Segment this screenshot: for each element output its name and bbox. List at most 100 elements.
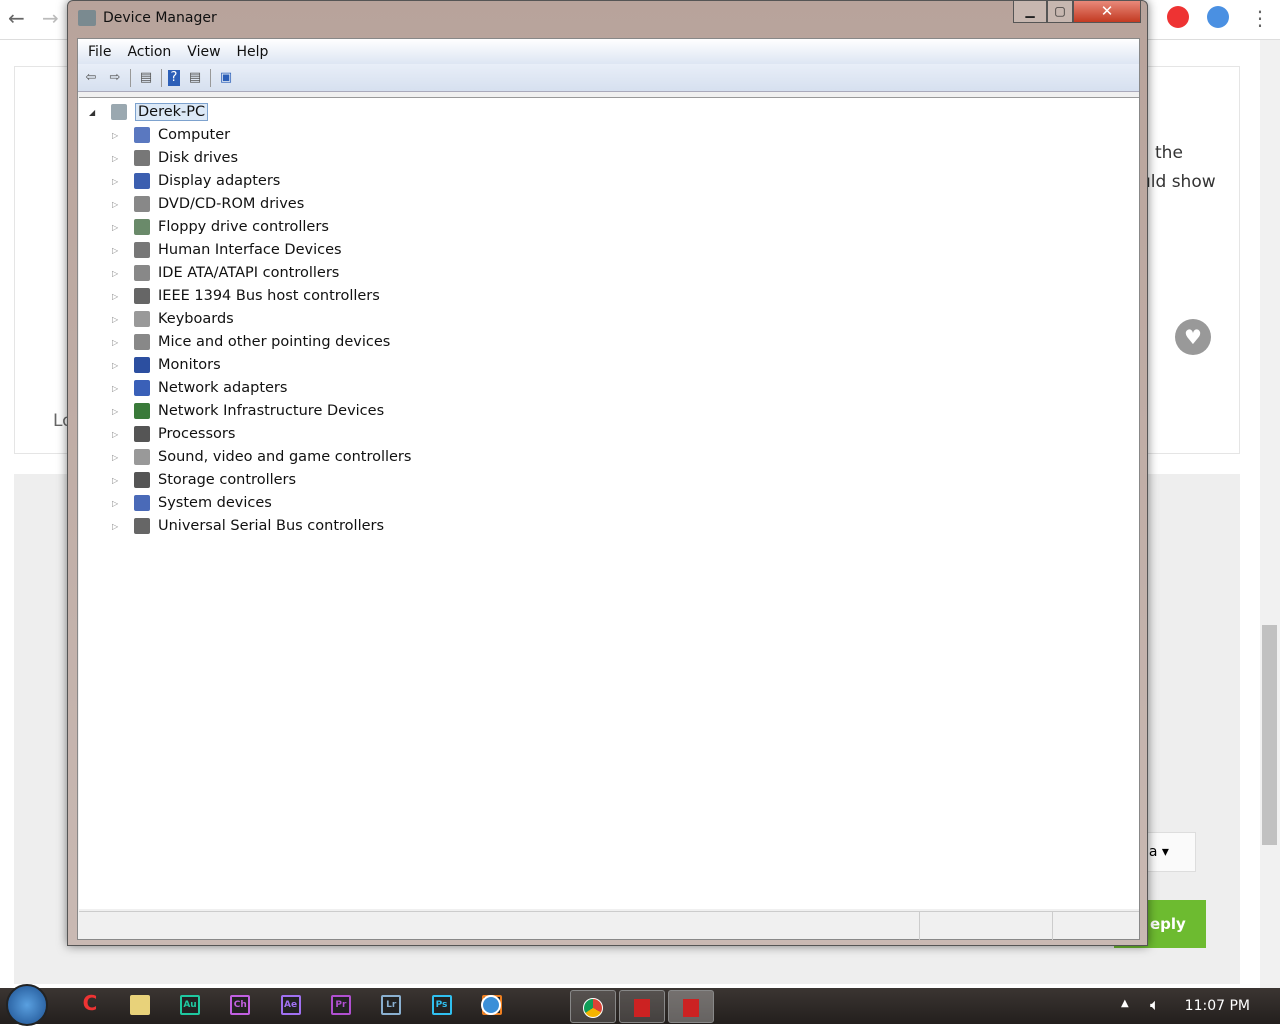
- help-icon[interactable]: ?: [168, 69, 180, 86]
- expand-icon[interactable]: ▷: [112, 223, 122, 232]
- tree-item-label: Display adapters: [158, 173, 281, 189]
- tree-item[interactable]: ▷ Network adapters: [112, 378, 287, 398]
- expand-icon[interactable]: ▷: [112, 384, 122, 393]
- minimize-button[interactable]: ▁: [1013, 1, 1047, 23]
- expand-icon[interactable]: ▷: [112, 246, 122, 255]
- device-category-icon: [134, 334, 150, 350]
- tree-item-label: Computer: [158, 127, 231, 143]
- device-category-icon: [134, 357, 150, 373]
- browser-forward-icon[interactable]: →: [42, 6, 59, 30]
- close-button[interactable]: ✕: [1073, 1, 1141, 23]
- file-explorer-icon[interactable]: [130, 995, 150, 1015]
- tree-item[interactable]: ▷ Display adapters: [112, 171, 280, 191]
- tree-item-label: Monitors: [158, 357, 221, 373]
- device-category-icon: [134, 403, 150, 419]
- tree-item-label: Mice and other pointing devices: [158, 334, 391, 350]
- tree-item[interactable]: ▷ Mice and other pointing devices: [112, 332, 390, 352]
- device-manager-task-active[interactable]: [668, 990, 714, 1023]
- expand-icon[interactable]: ▷: [112, 131, 122, 140]
- collapse-icon[interactable]: ◢: [89, 108, 99, 117]
- tree-item[interactable]: ▷ Sound, video and game controllers: [112, 447, 411, 467]
- extension-icon[interactable]: [1167, 6, 1189, 28]
- scan-hardware-icon[interactable]: ▣: [217, 70, 235, 86]
- adobe-au-icon[interactable]: Au: [180, 995, 200, 1015]
- expand-icon[interactable]: ▷: [112, 453, 122, 462]
- expand-icon[interactable]: ▷: [112, 522, 122, 531]
- root-label: Derek-PC: [135, 103, 209, 121]
- expand-icon[interactable]: ▷: [112, 476, 122, 485]
- browser-menu-icon[interactable]: ⋮: [1250, 6, 1270, 30]
- tree-item[interactable]: ▷ Universal Serial Bus controllers: [112, 516, 384, 536]
- device-manager-task-icon: [683, 999, 699, 1017]
- tree-item-label: Universal Serial Bus controllers: [158, 518, 385, 534]
- adobe-ps-icon[interactable]: Ps: [431, 995, 452, 1015]
- menu-file[interactable]: File: [88, 44, 111, 60]
- expand-icon[interactable]: ▷: [112, 154, 122, 163]
- show-hide-console-tree-icon[interactable]: ▤: [137, 70, 155, 86]
- adobe-pr-icon[interactable]: Pr: [330, 995, 351, 1015]
- adobe-ch-icon[interactable]: Ch: [230, 995, 251, 1015]
- tree-root[interactable]: ◢ Derek-PC: [89, 102, 209, 122]
- device-category-icon: [134, 288, 150, 304]
- tree-item[interactable]: ▷ Disk drives: [112, 148, 238, 168]
- device-category-icon: [134, 219, 150, 235]
- show-hidden-icons[interactable]: ▲: [1121, 998, 1129, 1009]
- device-category-icon: [134, 150, 150, 166]
- safari-icon[interactable]: [481, 995, 501, 1015]
- tree-item[interactable]: ▷ Human Interface Devices: [112, 240, 342, 260]
- device-category-icon: [134, 472, 150, 488]
- tree-item[interactable]: ▷ Processors: [112, 424, 235, 444]
- device-category-icon: [134, 311, 150, 327]
- expand-icon[interactable]: ▷: [112, 177, 122, 186]
- expand-icon[interactable]: ▷: [112, 499, 122, 508]
- expand-icon[interactable]: ▷: [112, 407, 122, 416]
- tree-item[interactable]: ▷ Floppy drive controllers: [112, 217, 329, 237]
- expand-icon[interactable]: ▷: [112, 315, 122, 324]
- page-scrollbar[interactable]: [1260, 40, 1280, 988]
- menu-help[interactable]: Help: [237, 44, 269, 60]
- tree-item[interactable]: ▷ Computer: [112, 125, 230, 145]
- heart-icon[interactable]: ♥: [1175, 319, 1211, 355]
- expand-icon[interactable]: ▷: [112, 292, 122, 301]
- device-category-icon: [134, 242, 150, 258]
- tree-item-label: Processors: [158, 426, 236, 442]
- expand-icon[interactable]: ▷: [112, 430, 122, 439]
- show-action-pane-icon[interactable]: ▤: [186, 70, 204, 86]
- clock[interactable]: 11:07 PM: [1185, 998, 1250, 1014]
- tree-item[interactable]: ▷ Network Infrastructure Devices: [112, 401, 384, 421]
- tree-item[interactable]: ▷ Storage controllers: [112, 470, 296, 490]
- expand-icon[interactable]: ▷: [112, 200, 122, 209]
- tree-item[interactable]: ▷ Keyboards: [112, 309, 234, 329]
- expand-icon[interactable]: ▷: [112, 338, 122, 347]
- chrome-task[interactable]: [570, 990, 616, 1023]
- tree-item-label: DVD/CD-ROM drives: [158, 196, 305, 212]
- adobe-lr-icon[interactable]: Lr: [381, 995, 402, 1015]
- start-button[interactable]: [6, 984, 48, 1026]
- forward-icon[interactable]: ⇨: [106, 70, 124, 86]
- tree-item[interactable]: ▷ Monitors: [112, 355, 221, 375]
- tree-item[interactable]: ▷ System devices: [112, 493, 272, 513]
- tree-item[interactable]: ▷ DVD/CD-ROM drives: [112, 194, 304, 214]
- back-icon[interactable]: ⇦: [82, 70, 100, 86]
- ccleaner-icon[interactable]: C: [80, 993, 100, 1015]
- tree-item[interactable]: ▷ IEEE 1394 Bus host controllers: [112, 286, 380, 306]
- browser-back-icon[interactable]: ←: [8, 6, 25, 30]
- tree-item[interactable]: ▷ IDE ATA/ATAPI controllers: [112, 263, 339, 283]
- expand-icon[interactable]: ▷: [112, 269, 122, 278]
- device-manager-task[interactable]: [619, 990, 665, 1023]
- device-manager-icon: [78, 10, 96, 26]
- device-category-icon: [134, 449, 150, 465]
- tree-item-label: System devices: [158, 495, 272, 511]
- menu-action[interactable]: Action: [127, 44, 171, 60]
- background-text: uld show: [1140, 172, 1216, 192]
- volume-icon[interactable]: 🔈︎: [1150, 995, 1160, 1015]
- maximize-button[interactable]: ▢: [1047, 1, 1073, 23]
- menu-view[interactable]: View: [187, 44, 220, 60]
- device-category-icon: [134, 495, 150, 511]
- device-category-icon: [134, 380, 150, 396]
- adobe-ae-icon[interactable]: Ae: [280, 995, 301, 1015]
- expand-icon[interactable]: ▷: [112, 361, 122, 370]
- extension-icon[interactable]: [1207, 6, 1229, 28]
- scrollbar-thumb[interactable]: [1262, 625, 1277, 845]
- tree-item-label: IEEE 1394 Bus host controllers: [158, 288, 380, 304]
